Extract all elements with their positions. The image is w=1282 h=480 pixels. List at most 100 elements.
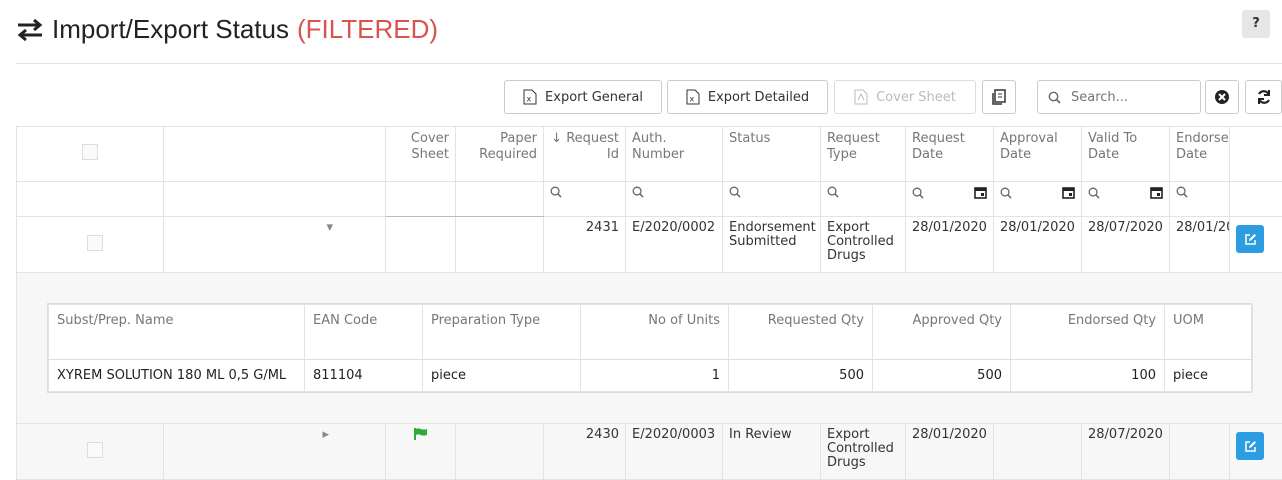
actions-cell <box>1230 424 1282 480</box>
status-cell: Endorsement Submitted <box>723 217 821 273</box>
detail-col-approved: Approved Qty <box>873 305 1011 360</box>
col-auth-number[interactable]: Auth. Number <box>626 127 723 182</box>
search-icon <box>912 187 924 199</box>
cover-sheet-label: Cover Sheet <box>876 90 956 105</box>
request-id-cell: 2431 <box>544 217 626 273</box>
filter-cell-empty <box>386 182 456 217</box>
col-approval-date[interactable]: Approval Date <box>994 127 1082 182</box>
detail-ean-cell: 811104 <box>305 360 423 392</box>
auth-number-cell: E/2020/0003 <box>626 424 723 480</box>
detail-name-cell: XYREM SOLUTION 180 ML 0,5 G/ML <box>49 360 305 392</box>
help-button[interactable]: ? <box>1242 10 1270 38</box>
filter-cell-empty <box>1230 182 1282 217</box>
filter-cell-empty <box>456 182 544 217</box>
calendar-icon[interactable] <box>974 186 987 199</box>
table-row[interactable]: ▸ 2430 E/2020/0003 In Review Export Cont… <box>17 424 1282 480</box>
calendar-icon[interactable] <box>1150 186 1163 199</box>
detail-prep-type-cell: piece <box>423 360 581 392</box>
filter-request-date[interactable] <box>906 182 994 217</box>
page-title-text: Import/Export Status <box>52 14 289 45</box>
detail-col-units: No of Units <box>581 305 729 360</box>
col-request-date[interactable]: Request Date <box>906 127 994 182</box>
approval-date-cell: 28/01/2020 <box>994 217 1082 273</box>
calendar-icon[interactable] <box>1062 186 1075 199</box>
approval-date-cell <box>994 424 1082 480</box>
caret-down-icon[interactable]: ▾ <box>326 220 333 235</box>
search-input[interactable] <box>1069 89 1183 106</box>
table-row[interactable]: ▾ 2431 E/2020/0002 Endorsement Submitted… <box>17 217 1282 273</box>
col-request-type[interactable]: Request Type <box>821 127 906 182</box>
filter-request-type[interactable] <box>821 182 906 217</box>
caret-right-icon[interactable]: ▸ <box>322 427 329 442</box>
col-request-id[interactable]: ↓ Request Id <box>544 127 626 182</box>
detail-units-cell: 1 <box>581 360 729 392</box>
paper-required-cell <box>456 217 544 273</box>
detail-row: Subst/Prep. Name EAN Code Preparation Ty… <box>17 273 1282 424</box>
row-select-cell <box>17 424 164 480</box>
export-detailed-label: Export Detailed <box>708 90 809 105</box>
detail-requested-cell: 500 <box>729 360 873 392</box>
filter-row <box>17 182 1282 217</box>
divider <box>16 63 1282 64</box>
filter-valid-to-date[interactable] <box>1082 182 1170 217</box>
column-chooser-button[interactable] <box>982 80 1016 114</box>
detail-container: Subst/Prep. Name EAN Code Preparation Ty… <box>17 273 1282 424</box>
edit-icon <box>1244 233 1257 246</box>
endorsement-date-cell: 28/01/20 <box>1170 217 1230 273</box>
valid-to-date-cell: 28/07/2020 <box>1082 424 1170 480</box>
detail-approved-cell: 500 <box>873 360 1011 392</box>
row-checkbox[interactable] <box>87 442 103 458</box>
edit-button[interactable] <box>1236 225 1264 253</box>
search-icon <box>729 186 741 198</box>
request-date-cell: 28/01/2020 <box>906 424 994 480</box>
filter-auth-number[interactable] <box>626 182 723 217</box>
search-icon <box>1088 187 1100 199</box>
status-cell: In Review <box>723 424 821 480</box>
detail-col-name: Subst/Prep. Name <box>49 305 305 360</box>
col-status[interactable]: Status <box>723 127 821 182</box>
cover-sheet-button[interactable]: Cover Sheet <box>834 80 976 114</box>
collapse-toggle[interactable]: ▾ <box>164 217 386 273</box>
expand-toggle[interactable]: ▸ <box>164 424 386 480</box>
detail-table: Subst/Prep. Name EAN Code Preparation Ty… <box>48 304 1253 392</box>
header-row: Cover Sheet Paper Required ↓ Request Id … <box>17 127 1282 182</box>
endorsement-date-cell <box>1170 424 1230 480</box>
detail-col-endorsed: Endorsed Qty <box>1011 305 1165 360</box>
pdf-file-icon <box>854 89 868 105</box>
filter-approval-date[interactable] <box>994 182 1082 217</box>
detail-endorsed-cell: 100 <box>1011 360 1165 392</box>
detail-col-prep-type: Preparation Type <box>423 305 581 360</box>
search-box[interactable] <box>1037 80 1201 114</box>
svg-text:x: x <box>527 95 532 104</box>
col-valid-to-date[interactable]: Valid To Date <box>1082 127 1170 182</box>
col-cover-sheet[interactable]: Cover Sheet <box>386 127 456 182</box>
export-general-button[interactable]: x Export General <box>504 80 662 114</box>
filter-cell-empty <box>17 182 164 217</box>
search-icon <box>1000 187 1012 199</box>
clear-search-button[interactable] <box>1205 80 1239 114</box>
edit-icon <box>1244 440 1257 453</box>
col-endorsement-date[interactable]: Endorsen Date <box>1170 127 1230 182</box>
paper-required-cell <box>456 424 544 480</box>
filter-status[interactable] <box>723 182 821 217</box>
filter-endorsement-date[interactable] <box>1170 182 1230 217</box>
row-select-cell <box>17 217 164 273</box>
col-paper-required[interactable]: Paper Required <box>456 127 544 182</box>
detail-col-uom: UOM <box>1165 305 1253 360</box>
search-icon <box>1048 91 1061 104</box>
filtered-label: (FILTERED) <box>297 14 438 45</box>
refresh-button[interactable] <box>1245 80 1282 114</box>
request-date-cell: 28/01/2020 <box>906 217 994 273</box>
detail-header-row: Subst/Prep. Name EAN Code Preparation Ty… <box>49 305 1253 360</box>
flag-icon <box>414 428 428 440</box>
excel-file-icon: x <box>686 89 700 105</box>
requests-grid: Cover Sheet Paper Required ↓ Request Id … <box>16 126 1282 480</box>
sort-down-icon: ↓ <box>551 131 566 146</box>
filter-request-id[interactable] <box>544 182 626 217</box>
export-detailed-button[interactable]: x Export Detailed <box>667 80 828 114</box>
select-all-cell <box>17 127 164 182</box>
row-checkbox[interactable] <box>87 235 103 251</box>
cover-sheet-cell <box>386 217 456 273</box>
detail-item-row: XYREM SOLUTION 180 ML 0,5 G/ML 811104 pi… <box>49 360 1253 392</box>
select-all-checkbox[interactable] <box>82 144 98 160</box>
